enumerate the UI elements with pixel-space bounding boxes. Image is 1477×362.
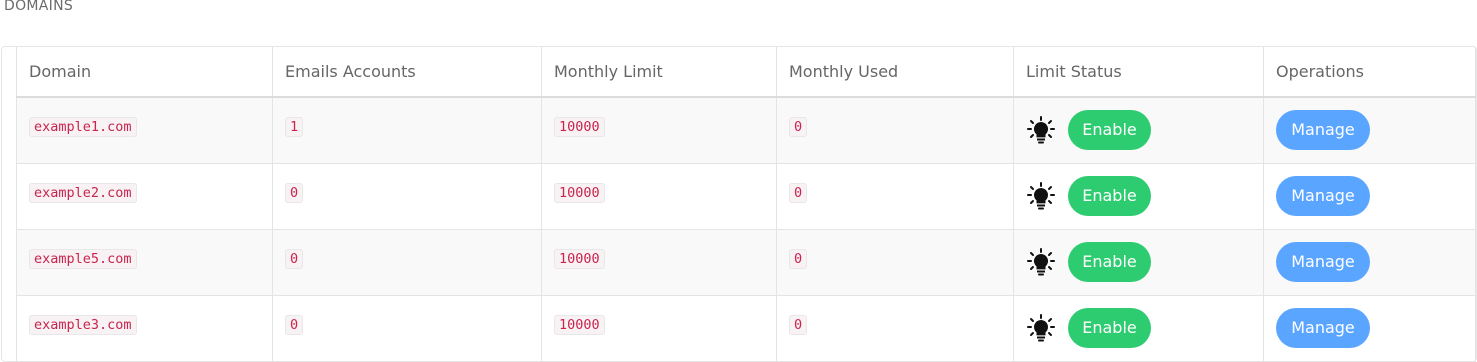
monthly-used: 0 [789, 117, 808, 137]
domain-cell: example5.com [16, 228, 273, 296]
monthly-limit: 10000 [554, 248, 605, 269]
operations-cell: Manage [1263, 294, 1476, 362]
monthly-limit: 10000 [554, 117, 605, 137]
emails-count: 0 [285, 248, 304, 269]
used-cell: 0 [776, 96, 1014, 164]
manage-button[interactable]: Manage [1276, 176, 1370, 216]
domains-table: Domain Emails Accounts Monthly Limit Mon… [16, 47, 1476, 362]
domain-cell: example1.com [16, 96, 273, 164]
emails-cell: 0 [272, 294, 542, 362]
used-cell: 0 [776, 228, 1014, 296]
used-cell: 0 [776, 294, 1014, 362]
lightbulb-icon [1027, 116, 1055, 144]
emails-cell: 0 [272, 162, 542, 230]
table-row: example1.com 1 10000 0 Enable Manage [16, 96, 1476, 164]
emails-count: 0 [285, 314, 304, 335]
column-header-emails-accounts[interactable]: Emails Accounts [272, 47, 542, 98]
status-cell: Enable [1013, 162, 1264, 230]
limit-cell: 10000 [541, 294, 777, 362]
domain-name: example1.com [29, 117, 137, 137]
monthly-used: 0 [789, 248, 808, 269]
operations-cell: Manage [1263, 228, 1476, 296]
table-row: example2.com 0 10000 0 Enable Manage [16, 162, 1476, 230]
manage-button[interactable]: Manage [1276, 110, 1370, 151]
emails-count: 1 [285, 117, 304, 137]
column-header-limit-status[interactable]: Limit Status [1013, 47, 1264, 98]
column-header-monthly-used[interactable]: Monthly Used [776, 47, 1014, 98]
domain-cell: example3.com [16, 294, 273, 362]
enable-button[interactable]: Enable [1068, 242, 1151, 282]
domain-cell: example2.com [16, 162, 273, 230]
status-cell: Enable [1013, 294, 1264, 362]
status-cell: Enable [1013, 96, 1264, 164]
domain-name: example2.com [29, 182, 137, 203]
lightbulb-icon [1027, 248, 1055, 276]
monthly-used: 0 [789, 314, 808, 335]
status-cell: Enable [1013, 228, 1264, 296]
limit-cell: 10000 [541, 228, 777, 296]
emails-count: 0 [285, 182, 304, 203]
domains-panel: Domain Emails Accounts Monthly Limit Mon… [1, 46, 1477, 362]
limit-cell: 10000 [541, 96, 777, 164]
enable-button[interactable]: Enable [1068, 110, 1151, 151]
column-header-monthly-limit[interactable]: Monthly Limit [541, 47, 777, 98]
monthly-limit: 10000 [554, 182, 605, 203]
manage-button[interactable]: Manage [1276, 308, 1370, 348]
monthly-used: 0 [789, 182, 808, 203]
domain-name: example3.com [29, 314, 137, 335]
limit-cell: 10000 [541, 162, 777, 230]
used-cell: 0 [776, 162, 1014, 230]
monthly-limit: 10000 [554, 314, 605, 335]
manage-button[interactable]: Manage [1276, 242, 1370, 282]
table-row: example5.com 0 10000 0 Enable Manage [16, 228, 1476, 296]
table-header-row: Domain Emails Accounts Monthly Limit Mon… [16, 47, 1476, 98]
table-row: example3.com 0 10000 0 Enable Manage [16, 294, 1476, 362]
emails-cell: 0 [272, 228, 542, 296]
page-title: DOMAINS [4, 0, 74, 14]
emails-cell: 1 [272, 96, 542, 164]
operations-cell: Manage [1263, 162, 1476, 230]
enable-button[interactable]: Enable [1068, 176, 1151, 216]
column-header-operations[interactable]: Operations [1263, 47, 1476, 98]
operations-cell: Manage [1263, 96, 1476, 164]
lightbulb-icon [1027, 182, 1055, 210]
domain-name: example5.com [29, 248, 137, 269]
lightbulb-icon [1027, 314, 1055, 342]
enable-button[interactable]: Enable [1068, 308, 1151, 348]
column-header-domain[interactable]: Domain [16, 47, 273, 98]
